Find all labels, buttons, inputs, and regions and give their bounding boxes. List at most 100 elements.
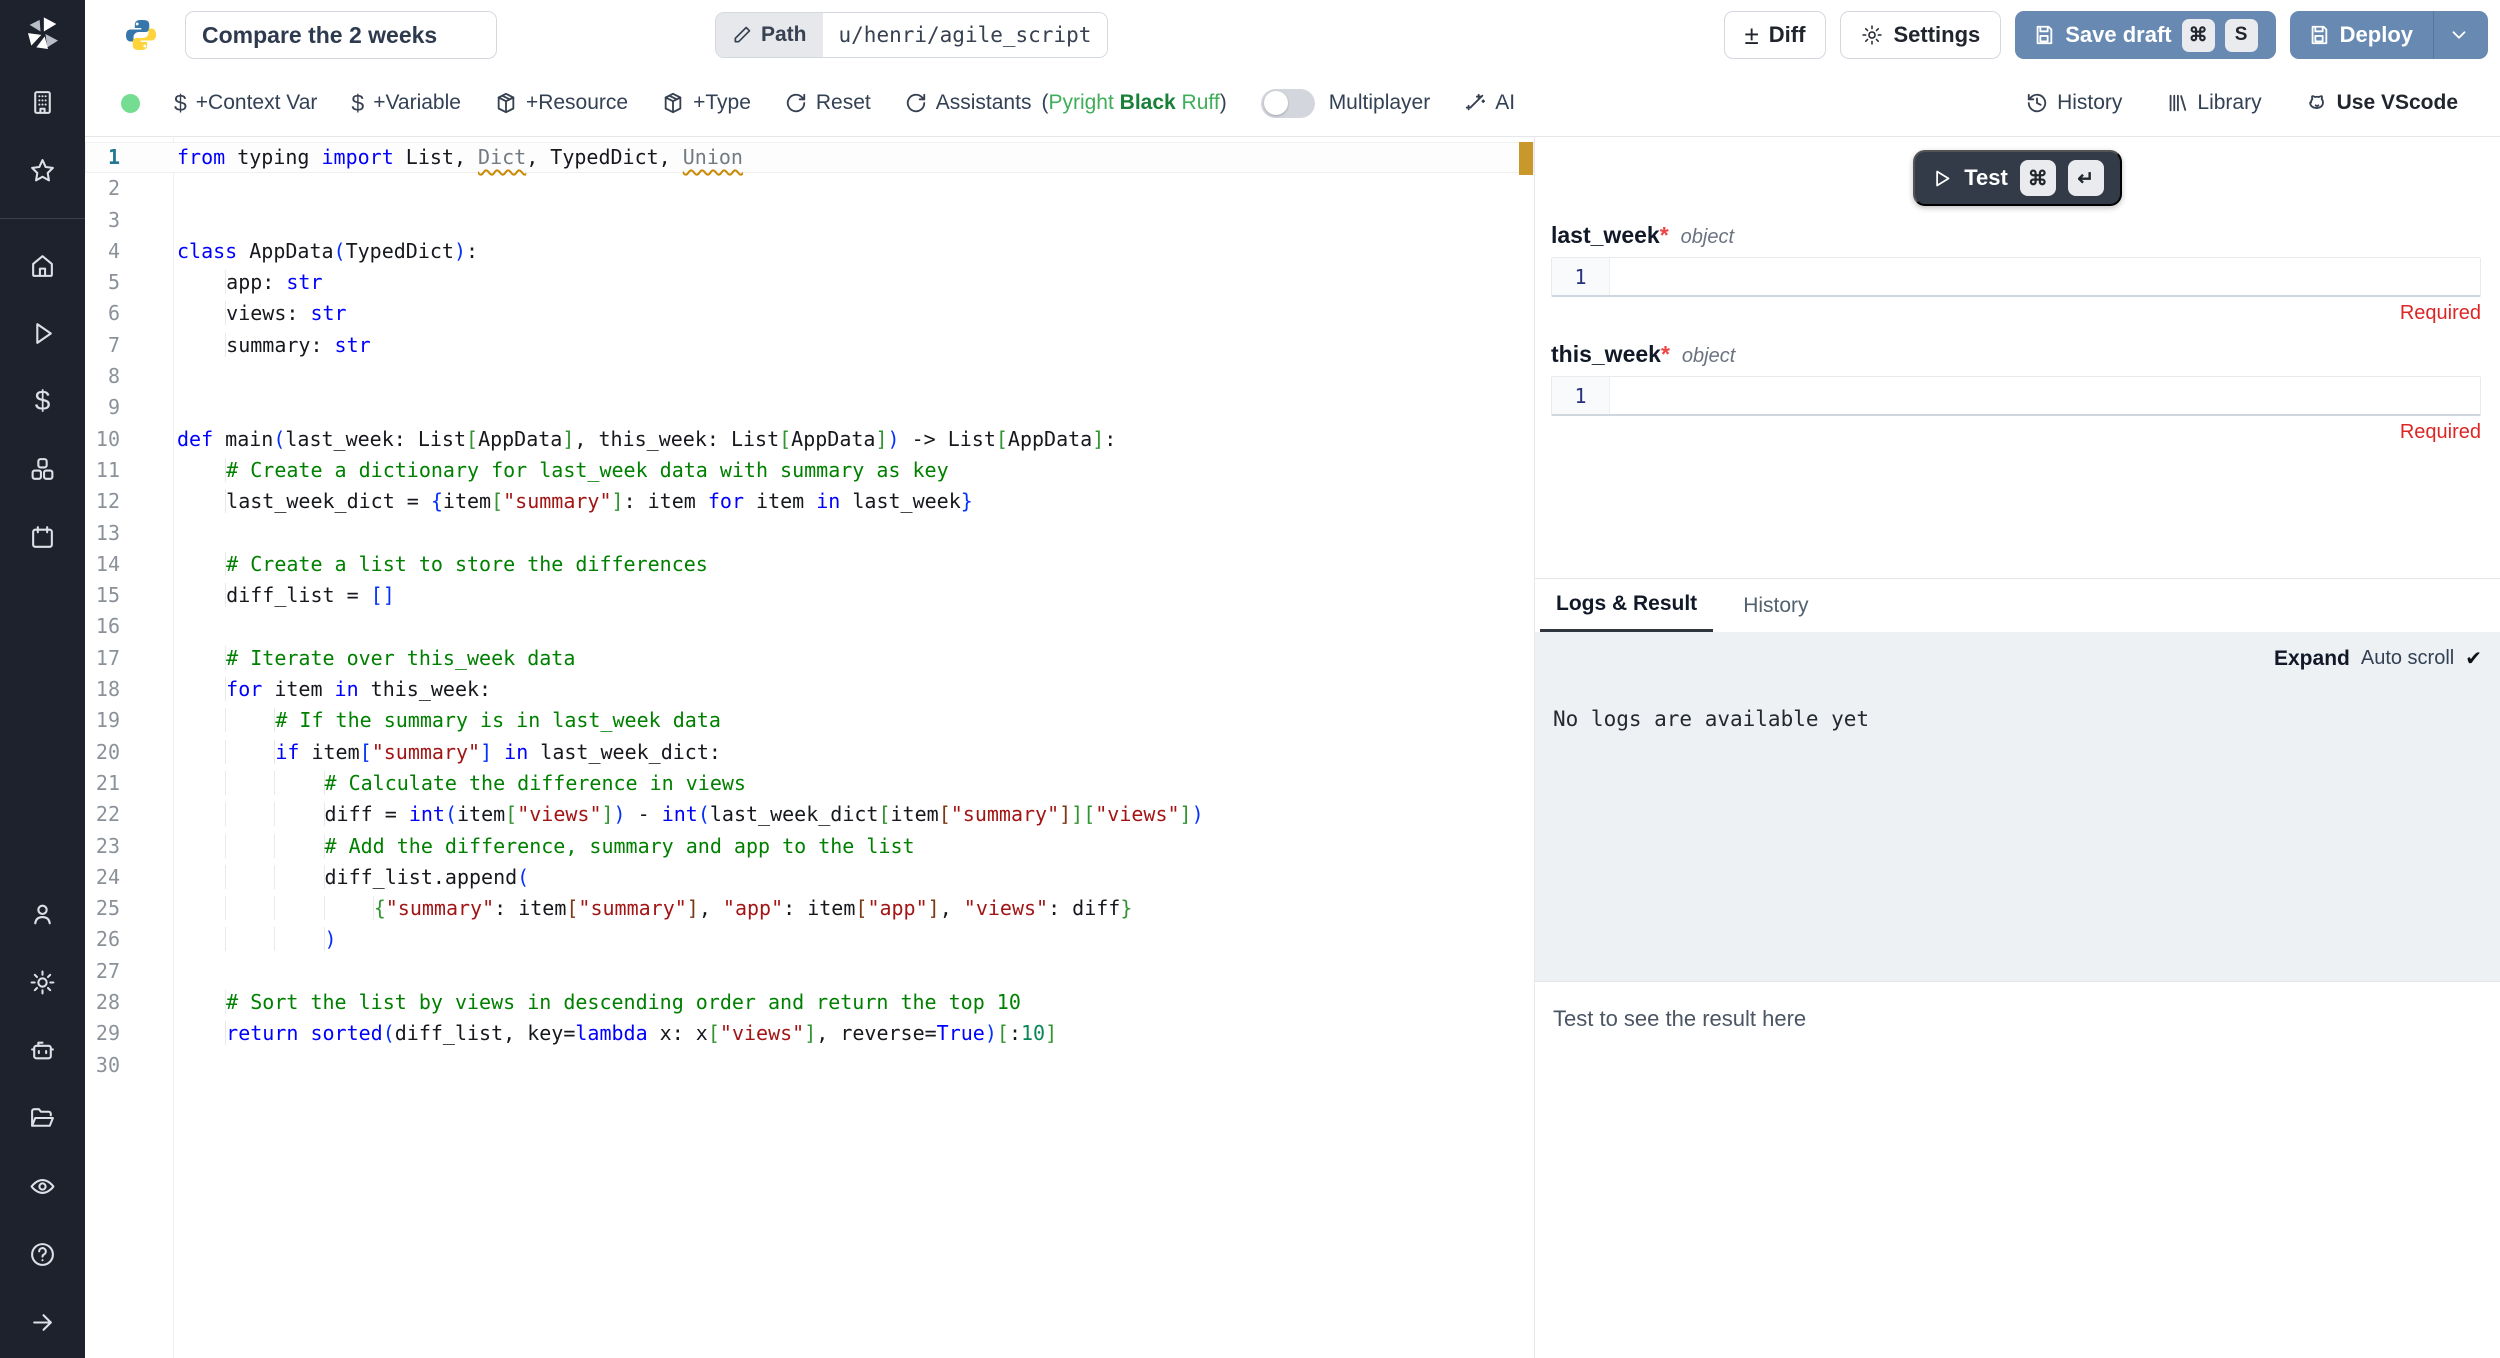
code-line[interactable]: 8 — [85, 361, 1534, 392]
code-line[interactable]: 17 # Iterate over this_week data — [85, 643, 1534, 674]
tab-history[interactable]: History — [1727, 579, 1824, 632]
reset-button[interactable]: Reset — [785, 91, 871, 115]
code-line[interactable]: 27 — [85, 956, 1534, 987]
ai-button[interactable]: AI — [1464, 91, 1515, 115]
required-badge: Required — [1551, 421, 2481, 444]
line-number: 5 — [85, 267, 173, 298]
add-context-var-button[interactable]: $ +Context Var — [174, 90, 317, 117]
help-question-icon[interactable] — [21, 1232, 65, 1276]
add-resource-button[interactable]: +Resource — [495, 91, 628, 115]
arg-type: object — [1681, 226, 1734, 249]
favorites-star-icon[interactable] — [21, 148, 65, 192]
code-line[interactable]: 29 return sorted(diff_list, key=lambda x… — [85, 1018, 1534, 1049]
octocat-icon — [2306, 92, 2328, 114]
library-button[interactable]: Library — [2166, 91, 2261, 115]
code-line[interactable]: 10def main(last_week: List[AppData], thi… — [85, 424, 1534, 455]
code-line[interactable]: 30 — [85, 1050, 1534, 1081]
pyright-status: Pyright — [1048, 91, 1113, 114]
deploy-separator — [2433, 11, 2434, 59]
path-edit-button[interactable]: Path — [716, 13, 823, 57]
use-vscode-button[interactable]: Use VScode — [2306, 91, 2458, 115]
home-icon[interactable] — [21, 243, 65, 287]
save-draft-button[interactable]: Save draft ⌘ S — [2015, 11, 2275, 59]
tab-logs-result[interactable]: Logs & Result — [1540, 579, 1713, 632]
resources-boxes-icon[interactable] — [21, 447, 65, 491]
expand-button[interactable]: Expand — [2274, 647, 2350, 671]
line-number: 6 — [85, 298, 173, 329]
script-title-input[interactable]: Compare the 2 weeks — [185, 11, 497, 59]
settings-gear-icon[interactable] — [21, 960, 65, 1004]
autoscroll-checkmark-icon[interactable]: ✔ — [2465, 646, 2482, 671]
windmill-script-editor: $ — [0, 0, 2500, 1358]
line-number: 13 — [85, 518, 173, 549]
code-line[interactable]: 18 for item in this_week: — [85, 674, 1534, 705]
package-icon — [495, 92, 517, 114]
arg-this-week: this_week* object 1 Required — [1535, 341, 2500, 444]
workers-robot-icon[interactable] — [21, 1028, 65, 1072]
path-group[interactable]: Path u/henri/agile_script — [715, 12, 1108, 58]
arg-json-editor[interactable]: 1 — [1551, 376, 2481, 416]
history-button[interactable]: History — [2026, 91, 2122, 115]
line-number: 4 — [85, 236, 173, 267]
collapse-arrow-icon[interactable] — [21, 1300, 65, 1344]
code-line[interactable]: 5 app: str — [85, 267, 1534, 298]
code-line[interactable]: 23 # Add the difference, summary and app… — [85, 831, 1534, 862]
test-button[interactable]: Test ⌘ ↵ — [1913, 150, 2122, 206]
code-line[interactable]: 11 # Create a dictionary for last_week d… — [85, 455, 1534, 486]
line-number: 29 — [85, 1018, 173, 1049]
line-number: 2 — [85, 173, 173, 204]
code-line[interactable]: 26 ) — [85, 924, 1534, 955]
toggle-knob — [1264, 91, 1288, 115]
windmill-logo-icon[interactable] — [21, 12, 65, 56]
add-variable-button[interactable]: $ +Variable — [351, 90, 461, 117]
code-line[interactable]: 6 views: str — [85, 298, 1534, 329]
code-line[interactable]: 15 diff_list = [] — [85, 580, 1534, 611]
code-editor[interactable]: 1from typing import List, Dict, TypedDic… — [85, 137, 1534, 1358]
code-line[interactable]: 1from typing import List, Dict, TypedDic… — [85, 142, 1534, 173]
code-line[interactable]: 4class AppData(TypedDict): — [85, 236, 1534, 267]
audit-eye-icon[interactable] — [21, 1164, 65, 1208]
arg-json-input[interactable] — [1610, 258, 2480, 295]
runs-play-icon[interactable] — [21, 311, 65, 355]
code-line[interactable]: 22 diff = int(item["views"]) - int(last_… — [85, 799, 1534, 830]
line-number: 28 — [85, 987, 173, 1018]
line-number: 27 — [85, 956, 173, 987]
multiplayer-toggle[interactable] — [1261, 89, 1315, 118]
code-line[interactable]: 13 — [85, 518, 1534, 549]
workspace-building-icon[interactable] — [21, 80, 65, 124]
arg-json-input[interactable] — [1610, 377, 2480, 414]
sidebar: $ — [0, 0, 85, 1358]
status-dot — [121, 94, 140, 113]
arg-json-editor[interactable]: 1 — [1551, 257, 2481, 297]
settings-button[interactable]: Settings — [1840, 11, 2001, 59]
code-line[interactable]: 28 # Sort the list by views in descendin… — [85, 987, 1534, 1018]
code-line[interactable]: 3 — [85, 205, 1534, 236]
no-logs-message: No logs are available yet — [1535, 671, 2500, 731]
script-title: Compare the 2 weeks — [202, 22, 437, 49]
diff-button[interactable]: ± Diff — [1724, 11, 1827, 59]
cmd-key-badge: ⌘ — [2182, 19, 2215, 52]
code-area[interactable]: 1from typing import List, Dict, TypedDic… — [85, 142, 1534, 1081]
autoscroll-label[interactable]: Auto scroll — [2361, 647, 2454, 670]
code-line[interactable]: 24 diff_list.append( — [85, 862, 1534, 893]
code-line[interactable]: 7 summary: str — [85, 330, 1534, 361]
add-type-button[interactable]: +Type — [662, 91, 751, 115]
folders-folder-icon[interactable] — [21, 1096, 65, 1140]
code-line[interactable]: 21 # Calculate the difference in views — [85, 768, 1534, 799]
code-line[interactable]: 12 last_week_dict = {item["summary"]: it… — [85, 486, 1534, 517]
code-line[interactable]: 25 {"summary": item["summary"], "app": i… — [85, 893, 1534, 924]
code-line[interactable]: 2 — [85, 173, 1534, 204]
code-line[interactable]: 20 if item["summary"] in last_week_dict: — [85, 737, 1534, 768]
assistants-button[interactable]: Assistants — [905, 91, 1032, 115]
line-number: 22 — [85, 799, 173, 830]
code-line[interactable]: 19 # If the summary is in last_week data — [85, 705, 1534, 736]
code-line[interactable]: 14 # Create a list to store the differen… — [85, 549, 1534, 580]
enter-key-badge: ↵ — [2068, 160, 2104, 196]
result-placeholder: Test to see the result here — [1553, 1006, 1806, 1031]
variables-dollar-icon[interactable]: $ — [21, 379, 65, 423]
deploy-button[interactable]: Deploy — [2290, 11, 2488, 59]
account-person-icon[interactable] — [21, 892, 65, 936]
code-line[interactable]: 9 — [85, 392, 1534, 423]
schedules-calendar-icon[interactable] — [21, 515, 65, 559]
code-line[interactable]: 16 — [85, 611, 1534, 642]
